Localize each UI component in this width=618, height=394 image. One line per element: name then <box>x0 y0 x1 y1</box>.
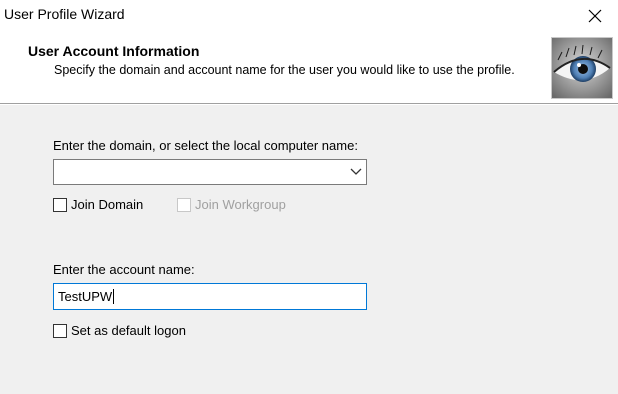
wizard-header: User Account Information Specify the dom… <box>0 31 618 103</box>
join-domain-checkbox[interactable]: Join Domain <box>53 197 143 212</box>
domain-label: Enter the domain, or select the local co… <box>53 138 358 153</box>
close-button[interactable] <box>572 0 618 31</box>
header-separator <box>0 103 618 105</box>
default-logon-label: Set as default logon <box>71 323 186 338</box>
window-title: User Profile Wizard <box>4 6 125 22</box>
join-workgroup-label: Join Workgroup <box>195 197 286 212</box>
chevron-down-icon <box>350 168 362 175</box>
default-logon-checkbox[interactable]: Set as default logon <box>53 323 186 338</box>
join-domain-label: Join Domain <box>71 197 144 212</box>
page-title: User Account Information <box>28 43 200 59</box>
domain-combobox[interactable] <box>53 159 367 185</box>
account-name-value: TestUPW <box>58 289 113 304</box>
page-subtitle: Specify the domain and account name for … <box>54 63 515 77</box>
account-label: Enter the account name: <box>53 262 195 277</box>
default-logon-box[interactable] <box>53 323 67 338</box>
close-icon <box>588 9 602 22</box>
join-workgroup-box <box>177 197 191 212</box>
account-name-input[interactable]: TestUPW <box>53 283 367 310</box>
title-bar: User Profile Wizard <box>0 0 618 31</box>
text-caret <box>113 289 115 304</box>
eye-image <box>551 37 613 99</box>
join-workgroup-checkbox: Join Workgroup <box>177 197 286 212</box>
join-domain-box[interactable] <box>53 197 67 212</box>
